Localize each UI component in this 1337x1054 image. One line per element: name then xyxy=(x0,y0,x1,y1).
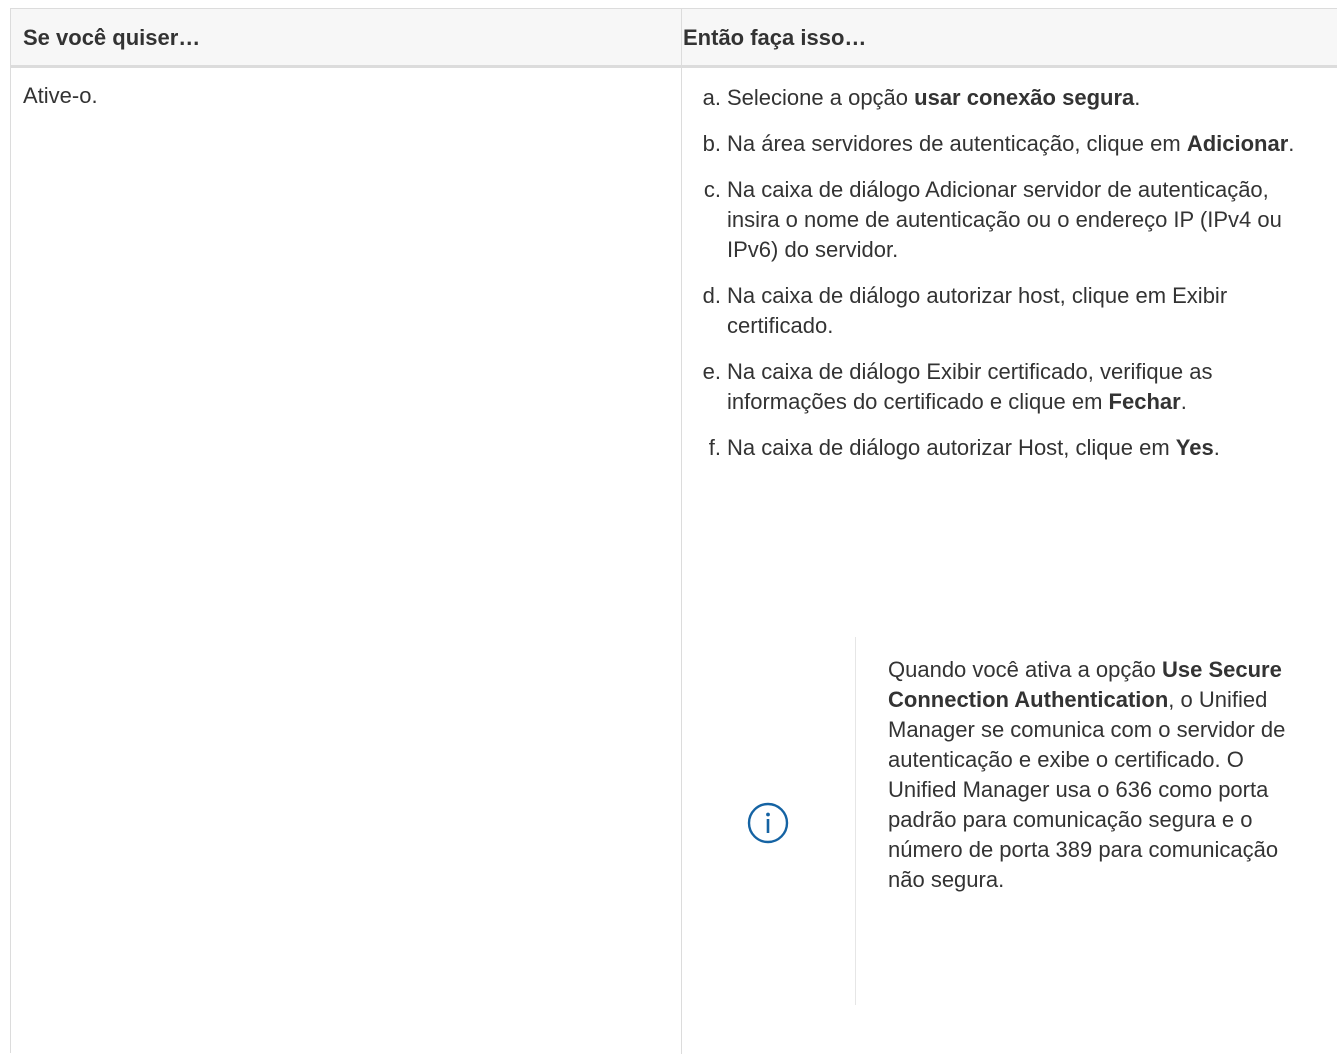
text-run: Quando você ativa a opção xyxy=(888,657,1162,682)
step-text: Na caixa de diálogo Adicionar servidor d… xyxy=(727,177,1282,262)
info-icon xyxy=(747,802,789,844)
step-text: Na caixa de diálogo autorizar host, cliq… xyxy=(727,283,1227,338)
steps-list: a. Selecione a opção usar conexão segura.… xyxy=(697,83,1322,479)
bold-text: usar conexão segura xyxy=(914,85,1135,110)
header-then-do-this: Então faça isso… xyxy=(683,25,867,50)
column-divider xyxy=(681,9,682,1054)
step-marker: b. xyxy=(702,131,721,156)
text-run: . xyxy=(1180,389,1187,414)
text-run: . xyxy=(1288,131,1295,156)
bold-text: Yes xyxy=(1175,435,1214,460)
step-text: Selecione a opção usar conexão segura. xyxy=(727,85,1140,110)
note-divider xyxy=(855,637,856,1005)
text-run: , o Unified Manager se comunica com o se… xyxy=(888,687,1286,892)
text-run: Selecione a opção xyxy=(727,85,915,110)
step-marker: f. xyxy=(708,435,721,460)
step-text: Na caixa de diálogo Exibir certificado, … xyxy=(727,359,1212,414)
step-item: f. Na caixa de diálogo autorizar Host, cl… xyxy=(697,433,1322,463)
condition-cell: Ative-o. xyxy=(23,83,98,108)
text-run: Na área servidores de autenticação, cliq… xyxy=(727,131,1187,156)
text-run: Na caixa de diálogo autorizar host, cliq… xyxy=(727,283,1228,338)
step-item: a. Selecione a opção usar conexão segura. xyxy=(697,83,1322,113)
step-item: b. Na área servidores de autenticação, cl… xyxy=(697,129,1322,159)
text-run: . xyxy=(1213,435,1220,460)
text-run: . xyxy=(1134,85,1141,110)
step-text: Na área servidores de autenticação, cliq… xyxy=(727,131,1294,156)
step-marker: c. xyxy=(703,177,721,202)
step-text: Na caixa de diálogo autorizar Host, cliq… xyxy=(727,435,1220,460)
header-if-you-want: Se você quiser… xyxy=(23,25,201,50)
step-item: e. Na caixa de diálogo Exibir certificado… xyxy=(697,357,1322,417)
bold-text: Fechar xyxy=(1108,389,1181,414)
step-item: d. Na caixa de diálogo autorizar host, cl… xyxy=(697,281,1322,341)
text-run: Na caixa de diálogo autorizar Host, cliq… xyxy=(727,435,1176,460)
step-item: c. Na caixa de diálogo Adicionar servidor… xyxy=(697,175,1322,265)
table-header-row: Se você quiser… Então faça isso… xyxy=(11,9,1337,68)
step-marker: a. xyxy=(702,85,721,110)
note-box: Quando você ativa a opção Use Secure Con… xyxy=(731,637,1331,1005)
procedure-table: Se você quiser… Então faça isso… Ative-o… xyxy=(10,8,1337,1054)
step-marker: d. xyxy=(702,283,721,308)
bold-text: Adicionar xyxy=(1186,131,1289,156)
step-marker: e. xyxy=(702,359,721,384)
note-text: Quando você ativa a opção Use Secure Con… xyxy=(888,655,1308,895)
text-run: Na caixa de diálogo Adicionar servidor d… xyxy=(727,177,1282,262)
